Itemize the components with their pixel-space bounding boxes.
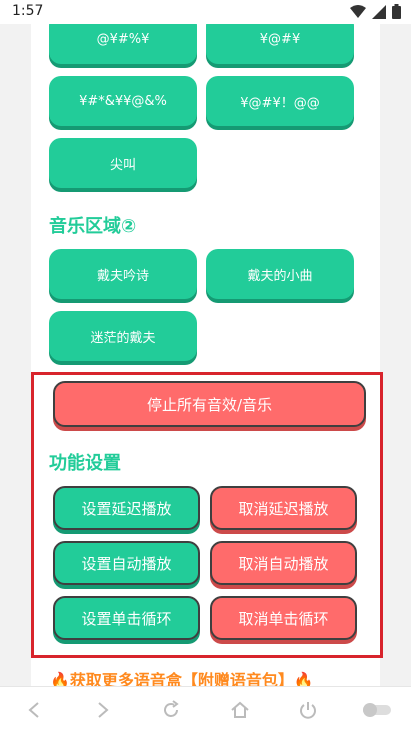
forward-button[interactable] [86,693,120,727]
signal-icon [372,4,386,19]
set-autoplay-button[interactable]: 设置自动播放 [53,541,200,585]
status-time: 1:57 [12,3,44,19]
settings-heading: 功能设置 [49,453,121,474]
battery-icon [392,4,401,19]
chevron-left-icon [28,702,39,718]
set-delay-button[interactable]: 设置延迟播放 [53,486,200,530]
chevron-right-icon [98,702,109,718]
status-bar: 1:57 [0,0,411,24]
content-card: @¥#%¥ ¥@#¥ ¥#*&¥¥@&% ¥@#¥！@@ 尖叫 音乐区域② 戴夫… [31,24,380,686]
set-loop-button[interactable]: 设置单击循环 [53,596,200,640]
power-button[interactable] [291,693,325,727]
cancel-loop-button[interactable]: 取消单击循环 [210,596,357,640]
refresh-icon [164,700,179,717]
toggle-icon [362,703,391,717]
effect-button-2[interactable]: ¥@#¥ [206,24,354,64]
power-icon [300,702,317,719]
music-button-3[interactable]: 迷茫的戴夫 [49,311,197,361]
bottom-nav-bar [0,686,411,733]
stop-all-button[interactable]: 停止所有音效/音乐 [53,381,366,427]
home-icon [231,701,249,718]
cancel-delay-button[interactable]: 取消延迟播放 [210,486,357,530]
toggle-switch[interactable] [360,693,394,727]
wifi-icon [350,4,366,18]
effect-button-4[interactable]: ¥@#¥！@@ [206,76,354,126]
back-button[interactable] [17,693,51,727]
music-button-2[interactable]: 戴夫的小曲 [206,249,354,299]
effect-button-5[interactable]: 尖叫 [49,138,197,188]
music-section-heading: 音乐区域② [49,216,137,237]
effect-button-3[interactable]: ¥#*&¥¥@&% [49,76,197,126]
cancel-autoplay-button[interactable]: 取消自动播放 [210,541,357,585]
effect-button-1[interactable]: @¥#%¥ [49,24,197,64]
refresh-button[interactable] [154,693,188,727]
music-button-1[interactable]: 戴夫吟诗 [49,249,197,299]
home-button[interactable] [223,693,257,727]
